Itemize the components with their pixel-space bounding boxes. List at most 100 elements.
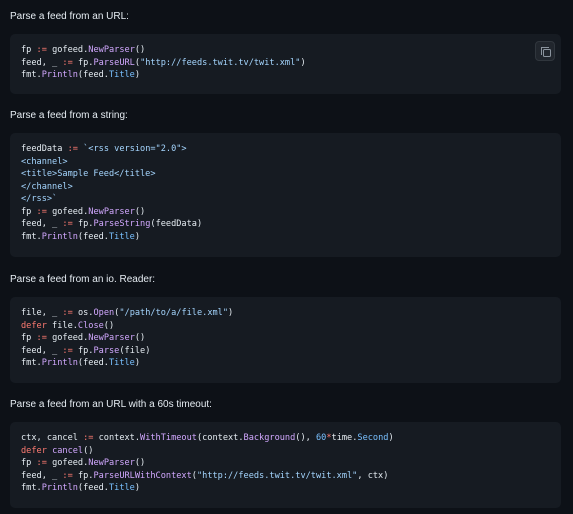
code-token: :=: [62, 470, 73, 481]
code-token: fp.: [72, 57, 94, 68]
code-token: 60: [315, 433, 327, 443]
code-token: (): [134, 45, 146, 55]
code-token: (feed.: [77, 483, 109, 493]
code-token: `<rss version="2.0">: [83, 144, 187, 154]
code-token: , ctx): [357, 470, 389, 481]
code-token: ): [134, 483, 141, 493]
code-line: fp := gofeed.NewParser(): [21, 206, 202, 219]
code-line: fp := gofeed.NewParser(): [21, 332, 233, 345]
code-token: gofeed.: [46, 458, 89, 468]
code-token: ctx, cancel: [21, 433, 84, 443]
code-token: fp: [21, 458, 37, 468]
code-line: fmt.Println(feed.Title): [21, 482, 394, 495]
code-token: context.: [93, 433, 141, 443]
code-token: ): [388, 433, 394, 443]
code-token: gofeed.: [46, 45, 89, 55]
code-token: feed, _: [21, 470, 63, 481]
code-token: :=: [62, 345, 73, 356]
code-token: (file): [119, 345, 151, 356]
code-line: </channel>: [21, 181, 202, 194]
code-content[interactable]: fp := gofeed.NewParser() feed, _ := fp.Pa…: [21, 44, 306, 82]
code-line: fmt.Println(feed.Title): [21, 69, 306, 82]
code-line: defer cancel(): [21, 445, 394, 458]
code-token: fmt.: [21, 358, 42, 368]
code-token: :=: [62, 308, 73, 318]
code-token: ): [300, 57, 306, 68]
code-token: "http://feeds.twit.tv/twit.xml": [140, 57, 301, 68]
code-line: file, _ := os.Open("/path/to/a/file.xml"…: [21, 307, 233, 320]
code-token: file, _: [21, 308, 63, 318]
code-content[interactable]: ctx, cancel := context.WithTimeout(conte…: [21, 432, 394, 495]
code-token: feed, _: [21, 345, 63, 356]
code-content[interactable]: file, _ := os.Open("/path/to/a/file.xml"…: [21, 307, 233, 370]
code-block-parse-string[interactable]: feedData := `<rss version="2.0"> <channel…: [10, 133, 561, 257]
code-token: defer: [21, 445, 47, 456]
code-token: ): [134, 70, 141, 80]
code-token: <title>Sample Feed</title>: [21, 169, 156, 179]
code-content[interactable]: feedData := `<rss version="2.0"> <channel…: [21, 143, 202, 243]
code-token: ParseURLWithContext: [93, 470, 192, 481]
copy-icon: [541, 47, 551, 57]
code-token: "/path/to/a/file.xml": [119, 308, 229, 318]
code-token: feed, _: [21, 57, 63, 68]
code-line: feedData := `<rss version="2.0">: [21, 143, 202, 156]
code-token: (feedData): [150, 219, 203, 229]
code-token: fmt.: [21, 231, 42, 242]
code-line: <channel>: [21, 156, 202, 169]
code-token: </channel>: [21, 181, 73, 192]
code-token: (): [83, 445, 94, 456]
code-token: :=: [83, 433, 94, 443]
code-token: :=: [36, 333, 47, 343]
code-line: <title>Sample Feed</title>: [21, 168, 202, 181]
code-token: defer: [21, 320, 47, 331]
code-token: </rss>`: [21, 194, 58, 204]
code-block-parse-url[interactable]: fp := gofeed.NewParser() feed, _ := fp.Pa…: [10, 34, 561, 94]
code-token: os.: [72, 308, 94, 318]
section-title-parse-timeout: Parse a feed from an URL with a 60s time…: [10, 399, 212, 410]
code-token: ): [134, 358, 141, 368]
code-token: :=: [67, 144, 78, 154]
code-block-parse-timeout[interactable]: ctx, cancel := context.WithTimeout(conte…: [10, 422, 561, 508]
code-token: cancel: [52, 445, 84, 456]
code-token: (feed.: [77, 231, 109, 242]
code-token: NewParser: [88, 206, 135, 217]
code-token: Title: [108, 70, 135, 80]
section-title-parse-reader: Parse a feed from an io. Reader:: [10, 274, 156, 285]
code-token: (): [103, 320, 115, 331]
code-block-parse-reader[interactable]: file, _ := os.Open("/path/to/a/file.xml"…: [10, 297, 561, 383]
code-token: fp: [21, 45, 37, 55]
code-token: fp.: [72, 470, 94, 481]
code-line: </rss>`: [21, 193, 202, 206]
code-token: Println: [41, 483, 78, 493]
code-token: file.: [46, 320, 78, 331]
code-token: (feed.: [77, 70, 109, 80]
copy-button[interactable]: [535, 41, 555, 61]
code-token: ): [228, 308, 234, 318]
code-token: :=: [36, 45, 47, 55]
code-token: time.: [331, 433, 358, 443]
code-token: Title: [108, 231, 135, 242]
code-line: ctx, cancel := context.WithTimeout(conte…: [21, 432, 394, 445]
code-token: (context.: [196, 433, 244, 443]
code-token: fmt.: [21, 483, 42, 493]
code-token: :=: [36, 458, 47, 468]
code-token: feedData: [21, 144, 68, 154]
code-token: fp.: [72, 345, 94, 356]
code-token: feed, _: [21, 219, 63, 229]
code-line: fmt.Println(feed.Title): [21, 231, 202, 244]
code-line: feed, _ := fp.ParseString(feedData): [21, 218, 202, 231]
code-token: (): [134, 458, 146, 468]
code-token: gofeed.: [46, 206, 89, 217]
code-line: feed, _ := fp.Parse(file): [21, 345, 233, 358]
code-line: feed, _ := fp.ParseURL("http://feeds.twi…: [21, 57, 306, 70]
code-token: ): [134, 231, 141, 242]
code-token: :=: [36, 206, 47, 217]
code-token: WithTimeout: [140, 433, 197, 443]
code-token: "http://feeds.twit.tv/twit.xml": [196, 470, 358, 481]
code-token: (),: [295, 433, 316, 443]
code-token: (feed.: [77, 358, 109, 368]
code-line: feed, _ := fp.ParseURLWithContext("http:…: [21, 470, 394, 483]
code-token: :=: [62, 219, 73, 229]
code-line: fp := gofeed.NewParser(): [21, 44, 306, 57]
section-title-parse-url: Parse a feed from an URL:: [10, 11, 129, 22]
